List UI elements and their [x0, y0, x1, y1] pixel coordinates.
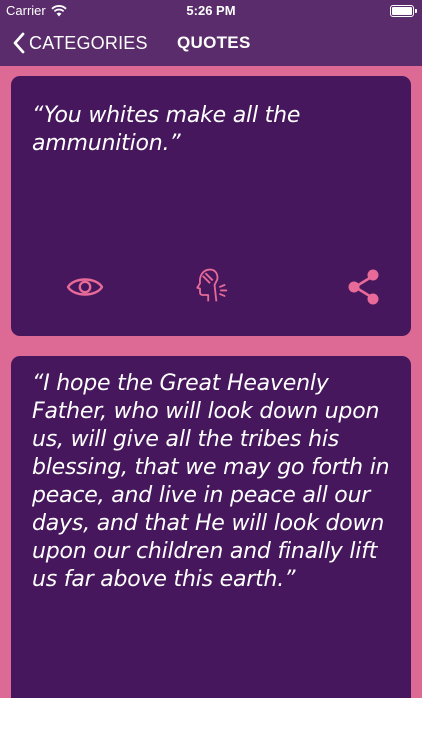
- battery-icon: [390, 5, 417, 17]
- quote-card: “I hope the Great Heavenly Father, who w…: [11, 356, 411, 698]
- bottom-area: [0, 698, 422, 750]
- speaking-head-icon: [196, 268, 228, 302]
- back-label: CATEGORIES: [29, 32, 148, 53]
- page-title: QUOTES: [177, 33, 251, 52]
- quotes-list[interactable]: “You whites make all the ammunition.” “I…: [0, 66, 422, 698]
- quote-card: “You whites make all the ammunition.”: [11, 76, 411, 336]
- back-button[interactable]: CATEGORIES: [12, 32, 148, 54]
- view-button[interactable]: [65, 267, 105, 307]
- status-bar: Carrier 5:26 PM: [0, 0, 422, 22]
- quote-text: “I hope the Great Heavenly Father, who w…: [32, 371, 390, 592]
- speak-button[interactable]: [190, 265, 230, 305]
- share-button[interactable]: [344, 267, 384, 307]
- header: Carrier 5:26 PM CATEGORIES QUOTES: [0, 0, 422, 66]
- status-time: 5:26 PM: [186, 3, 236, 18]
- eye-icon: [66, 278, 104, 296]
- navigation-bar: CATEGORIES QUOTES: [0, 22, 422, 66]
- quote-text: “You whites make all the ammunition.”: [32, 103, 301, 156]
- share-icon: [348, 269, 379, 305]
- chevron-left-icon: [13, 32, 25, 54]
